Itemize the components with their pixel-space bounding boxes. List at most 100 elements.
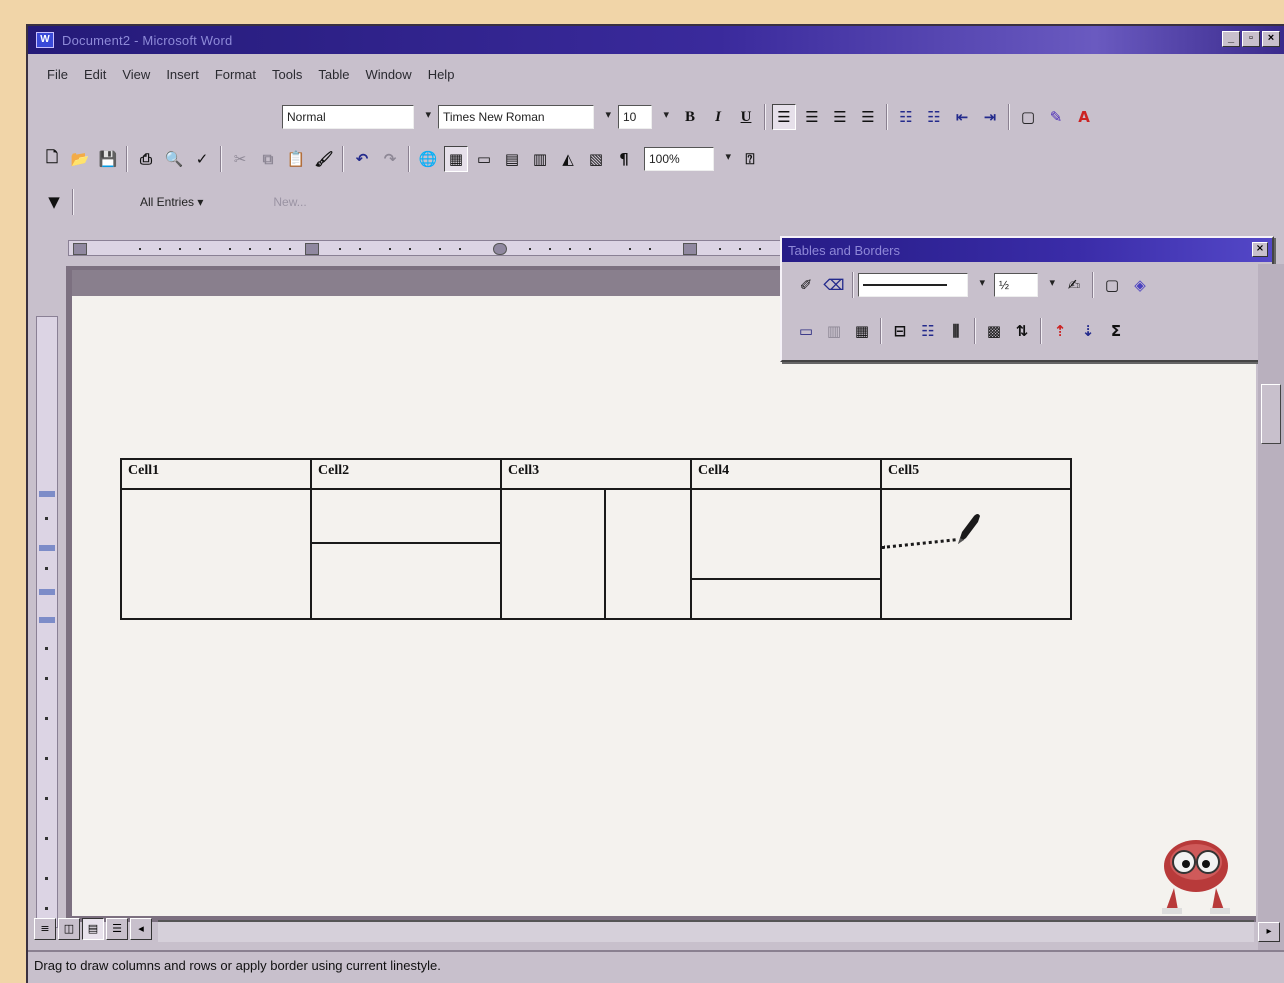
all-entries-button[interactable]: All Entries ▾ (140, 195, 203, 209)
align-center-icon[interactable]: ☰ (800, 104, 824, 130)
normal-view-icon[interactable]: ≡ (34, 918, 56, 940)
columns-icon[interactable]: ▥ (528, 146, 552, 172)
maximize-button[interactable]: ▫ (1242, 31, 1260, 47)
outside-border-icon[interactable]: ▢ (1100, 272, 1124, 298)
menu-tools[interactable]: Tools (269, 65, 305, 84)
menu-view[interactable]: View (119, 65, 153, 84)
line-weight-combo[interactable]: ½ ▾ (994, 273, 1055, 297)
vertical-scrollbar[interactable] (1258, 264, 1284, 950)
paste-icon[interactable]: 📋 (284, 146, 308, 172)
bold-button[interactable]: B (678, 104, 702, 130)
highlight-icon[interactable]: ✎ (1044, 104, 1068, 130)
decrease-indent-icon[interactable]: ⇤ (950, 104, 974, 130)
menu-window[interactable]: Window (362, 65, 414, 84)
italic-button[interactable]: I (706, 104, 730, 130)
scrollbar-thumb[interactable] (1261, 384, 1281, 444)
zoom-combo[interactable]: 100% ▾ (644, 147, 731, 171)
distribute-rows-icon[interactable]: ☷ (916, 318, 940, 344)
insert-table-icon[interactable]: ▭ (472, 146, 496, 172)
row-marker[interactable] (39, 617, 55, 623)
print-layout-icon[interactable]: ▤ (82, 918, 104, 940)
font-combo[interactable]: Times New Roman ▾ (438, 105, 611, 129)
insert-table-icon[interactable]: ▭ (794, 318, 818, 344)
chevron-down-icon[interactable]: ▾ (1049, 276, 1055, 289)
spelling-icon[interactable]: ✓ (190, 146, 214, 172)
row-marker[interactable] (39, 545, 55, 551)
save-icon[interactable]: 💾 (96, 146, 120, 172)
horizontal-scrollbar[interactable]: ▸ (158, 920, 1280, 942)
print-preview-icon[interactable]: 🔍 (162, 146, 186, 172)
align-left-icon[interactable]: ☰ (772, 104, 796, 130)
chevron-down-icon[interactable]: ▾ (979, 276, 985, 289)
column-marker[interactable] (683, 243, 697, 255)
border-color-icon[interactable]: ✍ (1062, 272, 1086, 298)
new-document-icon[interactable]: 🗋 (40, 146, 64, 172)
shading-color-icon[interactable]: ◈ (1128, 272, 1152, 298)
cut-icon[interactable]: ✂ (228, 146, 252, 172)
outline-view-icon[interactable]: ☰ (106, 918, 128, 940)
scroll-left-icon[interactable]: ◂ (130, 918, 152, 940)
table-header-cell[interactable]: Cell5 (882, 460, 925, 488)
style-combo[interactable]: Normal ▾ (282, 105, 431, 129)
numbering-icon[interactable]: ☷ (894, 104, 918, 130)
autotext-icon[interactable]: ▼ (42, 189, 66, 215)
font-size-combo[interactable]: 10 ▾ (618, 105, 669, 129)
align-right-icon[interactable]: ☰ (828, 104, 852, 130)
menu-insert[interactable]: Insert (163, 65, 202, 84)
draw-table-pencil-icon[interactable]: ✐ (794, 272, 818, 298)
menu-file[interactable]: File (44, 65, 71, 84)
line-style-combo[interactable]: ▾ (858, 273, 985, 297)
horizontal-ruler[interactable] (28, 236, 788, 260)
merge-cells-icon[interactable]: ▥ (822, 318, 846, 344)
copy-icon[interactable]: ⧉ (256, 146, 280, 172)
close-icon[interactable]: × (1252, 242, 1268, 257)
menu-help[interactable]: Help (425, 65, 458, 84)
outside-border-icon[interactable]: ▢ (1016, 104, 1040, 130)
menu-table[interactable]: Table (315, 65, 352, 84)
table-autoformat-icon[interactable]: ▩ (982, 318, 1006, 344)
distribute-columns-icon[interactable]: ⫼ (944, 318, 968, 344)
chevron-down-icon[interactable]: ▾ (425, 108, 431, 121)
left-indent-marker[interactable] (73, 243, 87, 255)
menu-edit[interactable]: Edit (81, 65, 109, 84)
office-assistant-icon[interactable]: ⍰ (738, 146, 762, 172)
table-header-cell[interactable]: Cell3 (502, 460, 545, 488)
eraser-icon[interactable]: ⌫ (822, 272, 846, 298)
sort-descending-icon[interactable]: ⇣ (1076, 318, 1100, 344)
underline-button[interactable]: U (734, 104, 758, 130)
document-table[interactable]: Cell1 Cell2 Cell3 Cell4 Cell5 (120, 458, 1072, 620)
sort-ascending-icon[interactable]: ⇡ (1048, 318, 1072, 344)
vertical-ruler[interactable] (36, 316, 58, 928)
chevron-down-icon[interactable]: ▾ (605, 108, 611, 121)
increase-indent-icon[interactable]: ⇥ (978, 104, 1002, 130)
bullets-icon[interactable]: ☷ (922, 104, 946, 130)
close-button[interactable]: × (1262, 31, 1280, 47)
menu-format[interactable]: Format (212, 65, 259, 84)
format-painter-icon[interactable]: 🖌 (312, 146, 336, 172)
split-cells-icon[interactable]: ▦ (850, 318, 874, 344)
table-header-cell[interactable]: Cell4 (692, 460, 735, 488)
scroll-right-icon[interactable]: ▸ (1258, 922, 1280, 942)
autosum-icon[interactable]: Σ (1104, 318, 1128, 344)
insert-excel-icon[interactable]: ▤ (500, 146, 524, 172)
web-layout-icon[interactable]: ◫ (58, 918, 80, 940)
chevron-down-icon[interactable]: ▾ (725, 150, 731, 163)
office-assistant-avatar[interactable] (1150, 826, 1242, 918)
minimize-button[interactable]: _ (1222, 31, 1240, 47)
column-marker[interactable] (305, 243, 319, 255)
show-hide-icon[interactable]: ¶ (612, 146, 636, 172)
align-top-icon[interactable]: ⊟ (888, 318, 912, 344)
tables-borders-icon[interactable]: ▦ (444, 146, 468, 172)
change-text-direction-icon[interactable]: ⇅ (1010, 318, 1034, 344)
open-folder-icon[interactable]: 📂 (68, 146, 92, 172)
table-header-cell[interactable]: Cell2 (312, 460, 355, 488)
justify-icon[interactable]: ☰ (856, 104, 880, 130)
table-header-cell[interactable]: Cell1 (122, 460, 165, 488)
word-app-icon[interactable]: W (36, 32, 54, 48)
row-marker[interactable] (39, 491, 55, 497)
redo-icon[interactable]: ↷ (378, 146, 402, 172)
print-icon[interactable]: ⎙ (134, 146, 158, 172)
font-color-icon[interactable]: A (1072, 104, 1096, 130)
new-autotext-button[interactable]: New... (273, 195, 306, 209)
row-marker[interactable] (39, 589, 55, 595)
